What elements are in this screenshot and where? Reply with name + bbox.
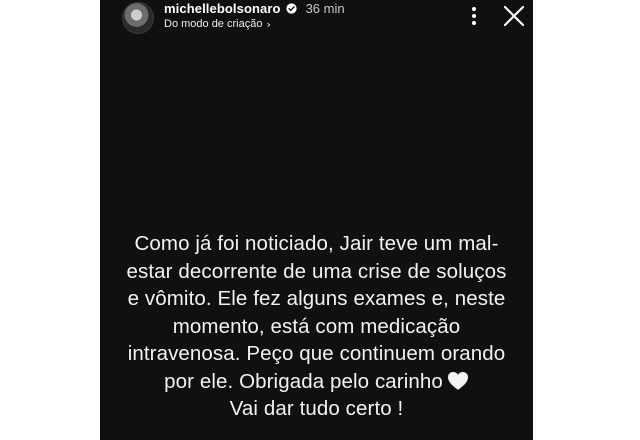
story-text-line: Como já foi noticiado, Jair teve um mal- [134,232,499,255]
story-text-line: por ele. Obrigada pelo carinho [164,369,443,393]
username-row: michellebolsonaro 36 min [164,0,345,16]
post-time: 36 min [305,0,345,16]
story-text-line-with-heart: por ele. Obrigada pelo carinho [120,368,513,396]
more-options-button[interactable] [462,4,486,28]
story-text-line: Vai dar tudo certo ! [229,397,404,420]
creation-mode-link[interactable]: Do modo de criação › [164,17,271,31]
avatar[interactable] [122,2,154,34]
instagram-story: michellebolsonaro 36 min Do modo de cria… [100,0,533,440]
story-header: michellebolsonaro 36 min Do modo de cria… [100,0,533,40]
page: michellebolsonaro 36 min Do modo de cria… [0,0,640,440]
story-text-line: estar decorrente de uma crise de soluços [126,259,507,283]
chevron-right-icon: › [266,17,271,31]
close-button[interactable] [501,3,527,29]
story-text-line: intravenosa. Peço que continuem orando [127,342,506,365]
username-link[interactable]: michellebolsonaro [164,1,281,16]
creation-mode-label: Do modo de criação [164,18,263,30]
verified-badge-icon [285,2,297,14]
white-heart-icon [447,371,468,390]
close-icon [503,5,525,27]
story-text-line: e vômito. Ele fez alguns exames e, neste [127,287,506,310]
story-text-line: momento, está com medicação [172,314,461,338]
story-text: Como já foi noticiado, Jair teve um mal-… [120,230,513,423]
